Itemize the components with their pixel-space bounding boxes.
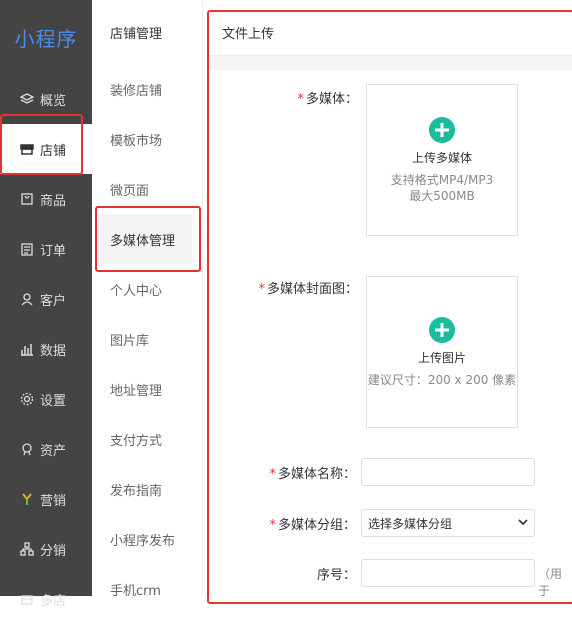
user-icon — [20, 292, 34, 306]
media-group-select[interactable]: 选择多媒体分组 — [361, 509, 535, 537]
panel-divider — [208, 56, 572, 70]
store-icon — [20, 142, 34, 156]
name-label-text: 多媒体名称： — [277, 467, 356, 482]
nav-item-orders[interactable]: 订单 — [0, 224, 92, 274]
sub-nav: 店铺管理 装修店铺 模板市场 微页面 多媒体管理 个人中心 图片库 地址管理 支… — [92, 0, 203, 599]
sub-item-miniprogram-publish[interactable]: 小程序发布 — [92, 514, 202, 564]
sequence-input[interactable] — [361, 559, 535, 587]
required-mark: * — [258, 282, 265, 297]
seq-label: 序号： — [268, 564, 356, 583]
sub-item-image-library[interactable]: 图片库 — [92, 314, 202, 364]
nav-item-overview[interactable]: 概览 — [0, 74, 92, 124]
media-upload-box[interactable]: 上传多媒体 支持格式MP4/MP3 最大500MB — [366, 84, 518, 236]
required-mark: * — [269, 518, 276, 533]
nav-label: 多店 — [40, 593, 67, 609]
panel-title: 文件上传 — [208, 10, 572, 56]
sub-item-media-management[interactable]: 多媒体管理 — [98, 214, 192, 264]
media-hint-format: 支持格式MP4/MP3 — [390, 172, 494, 187]
nav-label: 订单 — [40, 243, 67, 259]
nav-label: 商品 — [40, 193, 67, 209]
media-label-text: 多媒体： — [305, 92, 358, 107]
nav-label: 分销 — [40, 543, 67, 559]
sub-item-micro-page[interactable]: 微页面 — [92, 164, 202, 214]
nav-label: 营销 — [40, 493, 67, 509]
nav-label: 数据 — [40, 343, 67, 359]
nav-label: 资产 — [40, 443, 67, 459]
nav-label: 设置 — [40, 393, 67, 409]
nav-item-goods[interactable]: 商品 — [0, 174, 92, 224]
stores-icon — [20, 592, 34, 606]
nav-item-marketing[interactable]: 营销 — [0, 474, 92, 524]
sub-item-mobile-crm[interactable]: 手机crm — [92, 564, 202, 614]
bag-icon — [20, 192, 34, 206]
media-name-input[interactable] — [361, 458, 535, 486]
nav-item-assets[interactable]: 资产 — [0, 424, 92, 474]
bar-chart-icon — [20, 342, 34, 356]
cover-upload-box[interactable]: 上传图片 建议尺寸：200 x 200 像素 — [366, 276, 518, 428]
network-icon — [20, 542, 34, 556]
nav-item-settings[interactable]: 设置 — [0, 374, 92, 424]
sequence-note: （用于 — [538, 567, 563, 598]
sub-item-payment[interactable]: 支付方式 — [92, 414, 202, 464]
sub-item-publish-guide[interactable]: 发布指南 — [92, 464, 202, 514]
nav-label: 概览 — [40, 93, 67, 109]
name-label: * 多媒体名称： — [248, 463, 356, 482]
sub-item-address[interactable]: 地址管理 — [92, 364, 202, 414]
group-selected-value: 选择多媒体分组 — [368, 516, 453, 531]
left-nav: 小程序 概览 店铺 商品 订单 客户 数据 设置 资产 营销 分销 多店 — [0, 0, 92, 609]
cover-upload-label: 上传图片 — [417, 350, 466, 365]
nav-item-store[interactable]: 店铺 — [0, 124, 92, 174]
nav-item-distribution[interactable]: 分销 — [0, 524, 92, 574]
branch-icon — [20, 492, 34, 506]
nav-item-customers[interactable]: 客户 — [0, 274, 92, 324]
upload-panel: 文件上传 * 多媒体： 上传多媒体 支持格式MP4/MP3 最大500MB * 多媒… — [208, 10, 572, 598]
sub-item-personal-center[interactable]: 个人中心 — [92, 264, 202, 314]
cover-hint: 建议尺寸：200 x 200 像素 — [367, 372, 517, 387]
app-logo[interactable]: 小程序 — [0, 0, 92, 74]
nav-item-data[interactable]: 数据 — [0, 324, 92, 374]
nav-label: 客户 — [40, 293, 67, 309]
plus-circle-icon — [429, 116, 455, 143]
media-upload-label: 上传多媒体 — [411, 150, 472, 165]
sub-nav-title: 店铺管理 — [110, 26, 163, 42]
media-hint-size: 最大500MB — [409, 188, 475, 203]
media-label: * 多媒体： — [268, 88, 358, 107]
gear-icon — [20, 392, 34, 406]
chevron-down-icon — [518, 516, 528, 530]
medal-icon — [20, 442, 34, 456]
group-label-text: 多媒体分组： — [277, 518, 356, 533]
group-label: * 多媒体分组： — [248, 514, 356, 533]
required-mark: * — [297, 92, 304, 107]
required-mark: * — [269, 467, 276, 482]
plus-circle-icon — [429, 316, 455, 343]
sub-item-template-market[interactable]: 模板市场 — [92, 114, 202, 164]
seq-label-text: 序号： — [316, 568, 356, 583]
layers-icon — [20, 92, 34, 106]
nav-item-multistore[interactable]: 多店 — [0, 574, 92, 624]
cover-label-text: 多媒体封面图： — [266, 282, 358, 297]
sub-item-decorate[interactable]: 装修店铺 — [92, 64, 202, 114]
cover-label: * 多媒体封面图： — [228, 278, 358, 297]
nav-label: 店铺 — [40, 143, 67, 159]
clipboard-icon — [20, 242, 34, 256]
